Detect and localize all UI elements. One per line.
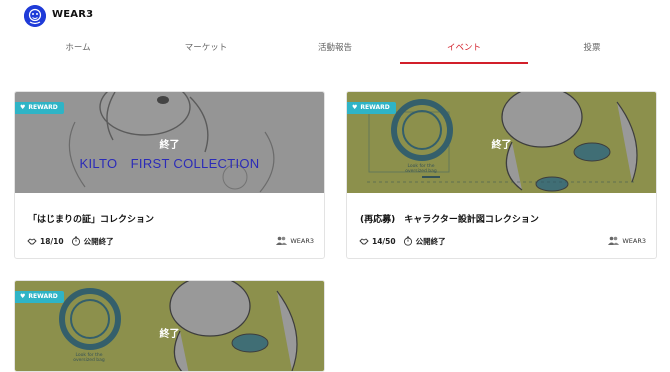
- event-card-image: Look for the oversized bag ♥REWARD 終了: [15, 281, 324, 371]
- reward-badge-label: REWARD: [28, 293, 58, 300]
- event-card-image: ♥ REWARD 終了 KILTO FIRST COLLECTION: [15, 92, 324, 193]
- reward-badge-label: REWARD: [360, 104, 390, 111]
- owner-name: WEAR3: [290, 236, 314, 245]
- tab-event[interactable]: イベント: [400, 36, 528, 64]
- event-title: (再応募) キャラクター設計図コレクション: [360, 215, 539, 225]
- logo-character-icon: [24, 5, 46, 27]
- image-caption: KILTO FIRST COLLECTION: [79, 156, 260, 171]
- event-title: 「はじまりの証」コレクション: [28, 215, 155, 225]
- handshake-icon: [359, 238, 369, 245]
- owner-name: WEAR3: [622, 236, 646, 245]
- participant-count: 18/10: [40, 236, 64, 246]
- app-title: WEAR3: [52, 9, 94, 20]
- event-card[interactable]: Look for the oversized bag ♥REWARD 終了: [14, 280, 325, 372]
- ended-status: 終了: [159, 329, 180, 340]
- publish-state: 公開終了: [415, 236, 446, 246]
- reward-badge-label: REWARD: [28, 104, 58, 111]
- gift-icon: ♥: [352, 104, 358, 111]
- event-owner: WEAR3: [608, 236, 646, 245]
- header: WEAR3 ホーム マーケット 活動報告 イベント 投票: [0, 0, 670, 70]
- app-logo[interactable]: [24, 5, 46, 27]
- event-owner: WEAR3: [276, 236, 314, 245]
- gift-icon: ♥: [20, 104, 26, 111]
- tab-vote[interactable]: 投票: [528, 36, 656, 64]
- people-icon: [608, 236, 620, 245]
- gift-icon: ♥: [20, 293, 26, 300]
- reward-badge: ♥ REWARD: [15, 291, 64, 303]
- ended-status: 終了: [159, 140, 180, 151]
- event-card-image: Look for the oversized bag ♥REWARD 終了: [347, 92, 656, 193]
- event-card[interactable]: ♥ REWARD 終了 KILTO FIRST COLLECTION 「はじまりの…: [14, 91, 325, 259]
- timer-icon: [71, 236, 80, 246]
- timer-icon: [403, 236, 412, 246]
- people-icon: [276, 236, 288, 245]
- participant-count: 14/50: [372, 236, 396, 246]
- event-meta: 14/50 公開終了: [359, 235, 446, 247]
- tab-activity-report[interactable]: 活動報告: [270, 36, 400, 64]
- publish-state: 公開終了: [83, 236, 114, 246]
- reward-badge: ♥ REWARD: [347, 102, 396, 114]
- ended-status: 終了: [491, 140, 512, 151]
- event-card[interactable]: Look for the oversized bag ♥REWARD 終了 (再…: [346, 91, 657, 259]
- tab-market[interactable]: マーケット: [142, 36, 270, 64]
- event-meta: 18/10 公開終了: [27, 235, 114, 247]
- reward-badge: ♥ REWARD: [15, 102, 64, 114]
- handshake-icon: [27, 238, 37, 245]
- nav-tabs: ホーム マーケット 活動報告 イベント 投票: [0, 36, 670, 66]
- tab-home[interactable]: ホーム: [14, 36, 142, 64]
